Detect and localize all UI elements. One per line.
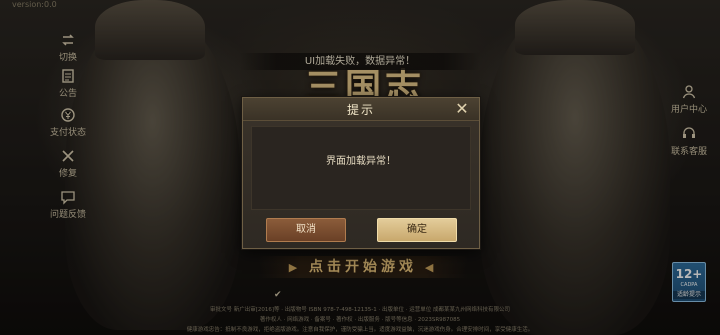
dialog-title: 提示 [346, 103, 375, 117]
dialog-body: 界面加载异常！ [251, 126, 471, 210]
cancel-button[interactable]: 取消 [266, 218, 346, 242]
dialog-message: 界面加载异常！ [326, 156, 396, 167]
dialog-header: 提示 ✕ [243, 98, 479, 121]
close-icon[interactable]: ✕ [454, 101, 470, 117]
alert-dialog: 提示 ✕ 界面加载异常！ 取消 确定 [242, 97, 480, 249]
ok-button[interactable]: 确定 [377, 218, 457, 242]
